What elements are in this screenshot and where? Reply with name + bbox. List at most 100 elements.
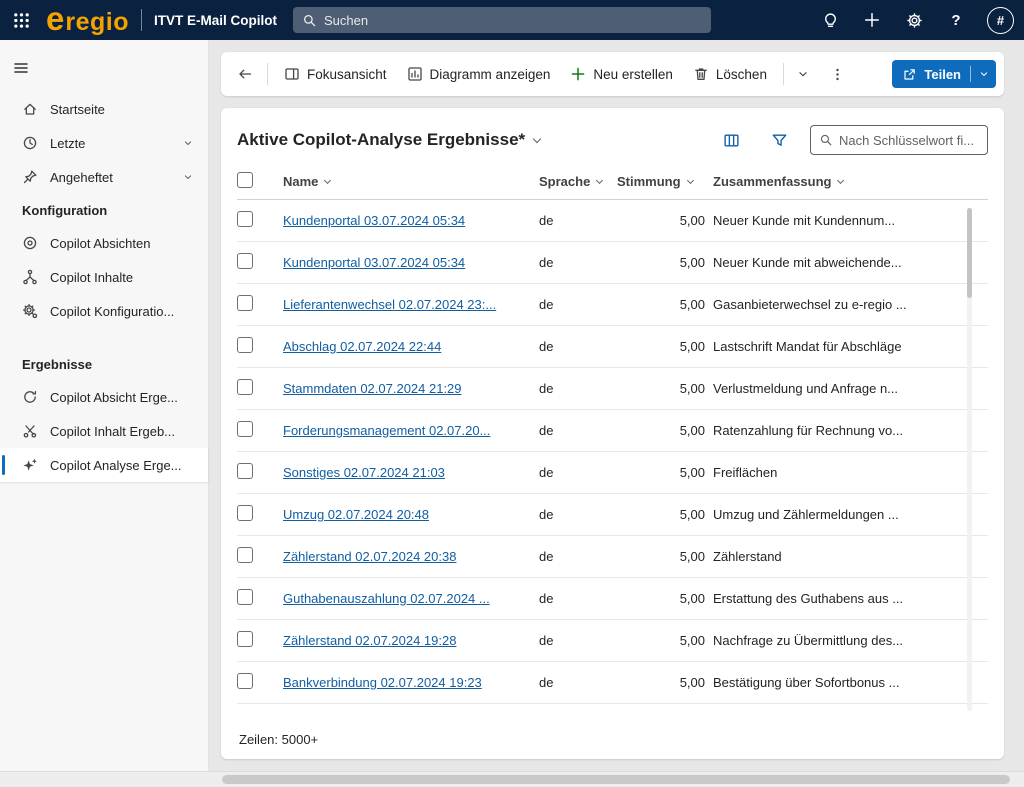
back-arrow-icon [237,66,253,82]
sidebar-item-letzte[interactable]: Letzte [0,126,208,160]
user-avatar[interactable]: # [987,7,1014,34]
row-checkbox[interactable] [237,673,253,689]
row-checkbox[interactable] [237,211,253,227]
share-button[interactable]: Teilen [892,60,996,88]
sidebar-item-copilot-analyse-ergebnisse[interactable]: Copilot Analyse Erge... [0,448,208,482]
sidebar-item-startseite[interactable]: Startseite [0,92,208,126]
new-button[interactable]: Neu erstellen [560,58,683,90]
row-name-link[interactable]: Lieferantenwechsel 02.07.2024 23:... [283,297,539,312]
row-checkbox[interactable] [237,463,253,479]
main-content: Fokusansicht Diagramm anzeigen Neu erste… [209,40,1024,771]
show-chart-button[interactable]: Diagramm anzeigen [397,58,561,90]
sidebar-item-copilot-inhalt-ergebnisse[interactable]: Copilot Inhalt Ergeb... [0,414,208,448]
row-checkbox[interactable] [237,505,253,521]
row-name-link[interactable]: Stammdaten 02.07.2024 21:29 [283,381,539,396]
row-zusammenfassung: Ratenzahlung für Rechnung vo... [713,423,944,438]
vertical-scrollbar-thumb[interactable] [967,208,972,298]
back-button[interactable] [229,58,261,90]
row-name-link[interactable]: Umzug 02.07.2024 20:48 [283,507,539,522]
row-checkbox[interactable] [237,421,253,437]
row-name-link[interactable]: Abschlag 02.07.2024 22:44 [283,339,539,354]
row-zusammenfassung: Freiflächen [713,465,944,480]
row-checkbox[interactable] [237,589,253,605]
table-row[interactable]: Zählerstand 02.07.2024 19:28 de 5,00 Nac… [237,620,988,662]
delete-label: Löschen [716,67,767,82]
row-sprache: de [539,255,617,270]
sidebar-item-copilot-konfiguration[interactable]: Copilot Konfiguratio... [0,294,208,328]
column-header-name[interactable]: Name [283,174,539,189]
keyword-filter-box[interactable] [810,125,988,155]
edit-columns-button[interactable] [714,124,748,156]
table-row[interactable]: Sonstiges 02.07.2024 21:03 de 5,00 Freif… [237,452,988,494]
scissors-icon [22,423,38,439]
row-checkbox[interactable] [237,631,253,647]
table-row[interactable]: Stammdaten 02.07.2024 21:29 de 5,00 Verl… [237,368,988,410]
row-name-link[interactable]: Kundenportal 03.07.2024 05:34 [283,213,539,228]
row-name-link[interactable]: Bankverbindung 02.07.2024 19:23 [283,675,539,690]
horizontal-scrollbar-thumb[interactable] [222,775,1010,784]
hamburger-icon [13,60,29,76]
column-header-sprache[interactable]: Sprache [539,174,617,189]
sidebar-item-copilot-absichten[interactable]: Copilot Absichten [0,226,208,260]
new-record-button[interactable] [851,0,893,40]
table-row[interactable]: Zählerstand 02.07.2024 20:38 de 5,00 Zäh… [237,536,988,578]
settings-button[interactable] [893,0,935,40]
table-row[interactable]: Lieferantenwechsel 02.07.2024 23:... de … [237,284,988,326]
select-all-checkbox[interactable] [237,172,253,188]
sidebar-item-copilot-absicht-ergebnisse[interactable]: Copilot Absicht Erge... [0,380,208,414]
target-icon [22,235,38,251]
table-row[interactable]: Abschlag 02.07.2024 22:44 de 5,00 Lastsc… [237,326,988,368]
waffle-menu-button[interactable] [0,0,42,40]
waffle-icon [13,12,30,29]
row-stimmung: 5,00 [617,675,713,690]
top-navigation-bar: e regio ITVT E-Mail Copilot ? # [0,0,1024,40]
column-header-stimmung[interactable]: Stimmung [617,174,713,189]
vertical-scrollbar[interactable] [967,208,972,711]
delete-button[interactable]: Löschen [683,58,777,90]
table-row[interactable]: Guthabenauszahlung 02.07.2024 ... de 5,0… [237,578,988,620]
sidebar-toggle-button[interactable] [13,52,47,84]
row-sprache: de [539,633,617,648]
sidebar-item-angeheftet[interactable]: Angeheftet [0,160,208,194]
filter-button[interactable] [762,124,796,156]
row-checkbox[interactable] [237,379,253,395]
row-sprache: de [539,339,617,354]
row-name-link[interactable]: Zählerstand 02.07.2024 19:28 [283,633,539,648]
kebab-icon [830,67,845,82]
row-name-link[interactable]: Forderungsmanagement 02.07.20... [283,423,539,438]
focus-view-button[interactable]: Fokusansicht [274,58,397,90]
table-row[interactable]: Kundenportal 03.07.2024 05:34 de 5,00 Ne… [237,242,988,284]
row-name-link[interactable]: Sonstiges 02.07.2024 21:03 [283,465,539,480]
row-name-link[interactable]: Zählerstand 02.07.2024 20:38 [283,549,539,564]
view-selector[interactable]: Aktive Copilot-Analyse Ergebnisse* [237,130,540,150]
branch-icon [22,269,38,285]
row-checkbox[interactable] [237,253,253,269]
global-search-input[interactable] [324,13,702,28]
keyword-filter-input[interactable] [839,133,979,148]
gear-icon [906,12,923,29]
horizontal-scrollbar[interactable] [0,771,1024,787]
overflow-menu-button[interactable] [822,58,853,90]
sidebar-item-label: Angeheftet [50,170,113,185]
help-button[interactable]: ? [935,0,977,40]
chevron-down-icon [324,176,331,183]
row-checkbox[interactable] [237,547,253,563]
more-commands-chevron-button[interactable] [790,58,816,90]
column-header-zusammenfassung[interactable]: Zusammenfassung [713,174,944,189]
table-row[interactable]: Bankverbindung 02.07.2024 19:23 de 5,00 … [237,662,988,704]
table-row[interactable]: Umzug 02.07.2024 20:48 de 5,00 Umzug und… [237,494,988,536]
table-row[interactable]: Kundenportal 03.07.2024 05:34 de 5,00 Ne… [237,200,988,242]
row-checkbox[interactable] [237,337,253,353]
plus-icon [863,11,881,29]
ideas-button[interactable] [809,0,851,40]
row-name-link[interactable]: Guthabenauszahlung 02.07.2024 ... [283,591,539,606]
row-checkbox[interactable] [237,295,253,311]
row-stimmung: 5,00 [617,465,713,480]
table-row[interactable]: Forderungsmanagement 02.07.20... de 5,00… [237,410,988,452]
global-search-box[interactable] [293,7,711,33]
row-name-link[interactable]: Kundenportal 03.07.2024 05:34 [283,255,539,270]
sidebar-item-label: Copilot Konfiguratio... [50,304,174,319]
lightbulb-icon [822,12,839,29]
sidebar-item-copilot-inhalte[interactable]: Copilot Inhalte [0,260,208,294]
app-name[interactable]: ITVT E-Mail Copilot [154,13,277,28]
